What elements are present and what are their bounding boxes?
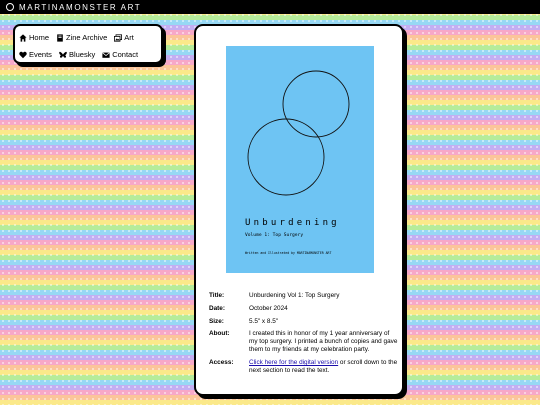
- book-icon: [57, 33, 63, 42]
- nav-item-label: Bluesky: [68, 50, 96, 59]
- mail-icon: [102, 52, 110, 58]
- nav-item-zine-archive[interactable]: Zine Archive: [56, 33, 107, 42]
- detail-row-about: About: I created this in honor of my 1 y…: [209, 330, 399, 353]
- site-header: MARTINAMONSTER ART: [0, 0, 540, 14]
- detail-row-title: Title: Unburdening Vol 1: Top Surgery: [209, 292, 399, 300]
- home-icon: [19, 33, 27, 42]
- digital-version-link[interactable]: Click here for the digital version: [249, 359, 338, 366]
- zine-cover-image[interactable]: Unburdening Volume 1: Top Surgery Writte…: [226, 46, 374, 273]
- site-title[interactable]: MARTINAMONSTER ART: [19, 3, 141, 12]
- nav-item-events[interactable]: Events: [19, 50, 52, 59]
- cover-credit: Written and Illustrated by MARTINAMONSTE…: [245, 251, 332, 255]
- detail-label: Title:: [209, 292, 225, 299]
- detail-value: 5.5" x 8.5": [249, 317, 279, 325]
- nav-item-label: Home: [29, 33, 50, 42]
- detail-value: October 2024: [249, 304, 288, 312]
- cover-circles-illustration: [247, 70, 350, 196]
- cover-title: Unburdening: [245, 218, 340, 228]
- nav-item-contact[interactable]: Contact: [102, 50, 138, 59]
- cover-subtitle: Volume 1: Top Surgery: [245, 233, 304, 238]
- detail-row-access: Access: Click here for the digital versi…: [209, 359, 399, 375]
- detail-row-size: Size: 5.5" x 8.5": [209, 318, 399, 326]
- detail-value: I created this in honor of my 1 year ann…: [249, 330, 398, 354]
- butterfly-icon: [59, 51, 67, 58]
- gallery-icon: [114, 33, 123, 42]
- detail-label: Size:: [209, 317, 224, 325]
- nav-item-bluesky[interactable]: Bluesky: [59, 50, 95, 59]
- nav-item-label: Zine Archive: [66, 33, 108, 42]
- detail-label: About:: [209, 330, 230, 338]
- circle-logo-icon: [6, 3, 14, 11]
- detail-value: Click here for the digital version or sc…: [249, 359, 399, 375]
- zine-card: Unburdening Volume 1: Top Surgery Writte…: [194, 24, 404, 396]
- nav-item-label: Art: [124, 33, 134, 42]
- detail-row-date: Date: October 2024: [209, 305, 399, 313]
- zine-details: Title: Unburdening Vol 1: Top Surgery Da…: [209, 292, 399, 380]
- nav-menu: Home Zine Archive Art Events Bluesky Con…: [13, 24, 163, 64]
- nav-item-label: Contact: [112, 50, 139, 59]
- detail-label: Access:: [209, 358, 234, 366]
- nav-item-home[interactable]: Home: [19, 33, 49, 42]
- nav-item-label: Events: [29, 50, 52, 59]
- nav-item-art[interactable]: Art: [114, 33, 134, 42]
- heart-icon: [19, 51, 27, 58]
- detail-label: Date:: [209, 304, 225, 312]
- detail-value: Unburdening Vol 1: Top Surgery: [249, 292, 340, 299]
